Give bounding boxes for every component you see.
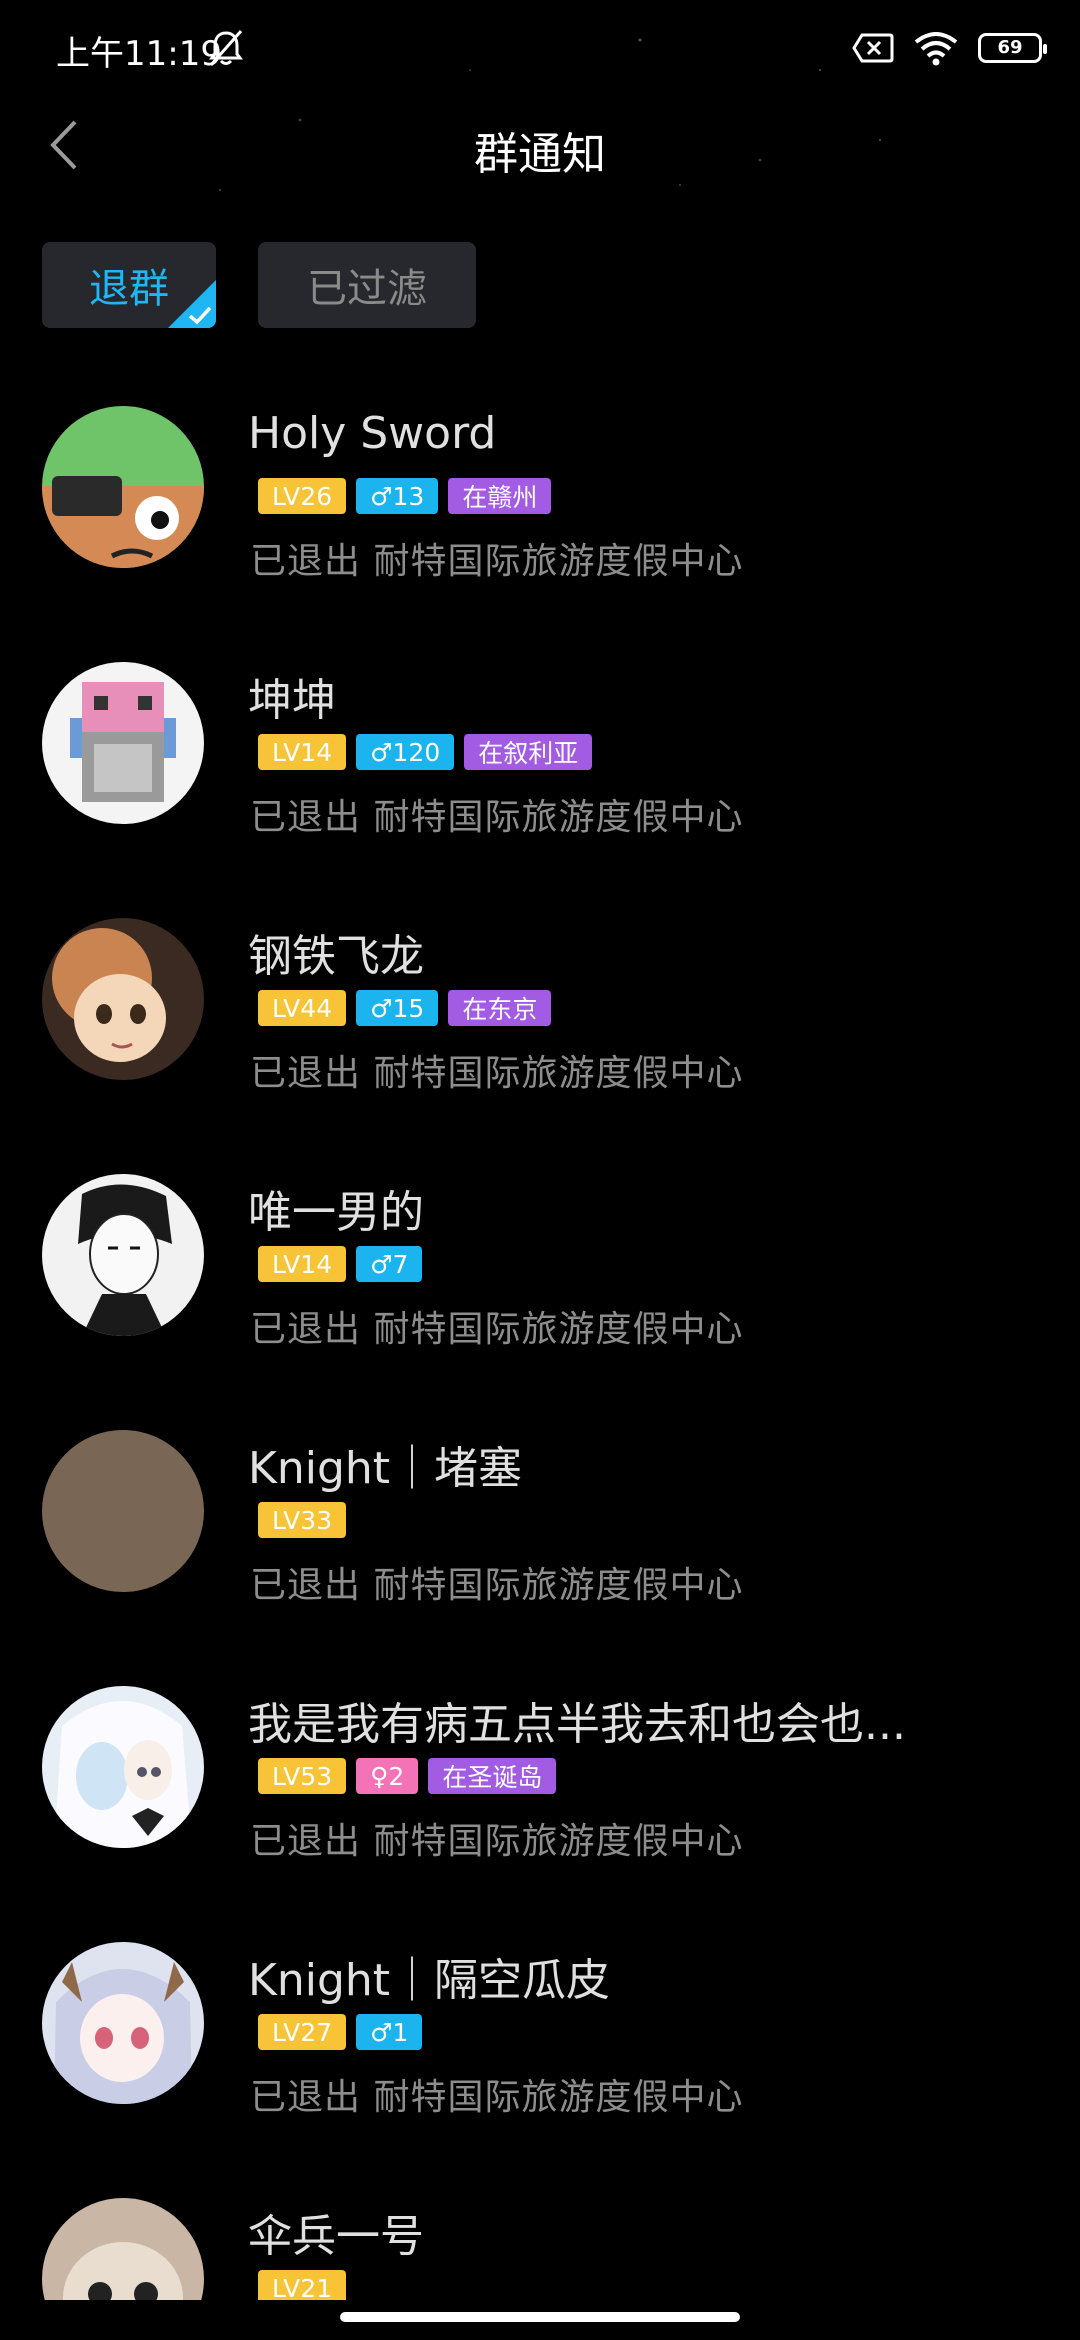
list-item[interactable]: Holy Sword LV26 ♂ 13 在赣州 已退出 耐特国际旅游度假中心: [0, 386, 1080, 642]
member-name: Knight｜堵塞: [248, 1443, 523, 1494]
location-badge: 在赣州: [448, 478, 552, 514]
filter-label: 退群: [89, 266, 169, 312]
member-name: Knight｜隔空瓜皮: [248, 1955, 611, 2006]
member-badges: LV53 ♀ 2 在圣诞岛: [258, 1758, 557, 1794]
member-badges: LV21: [258, 2270, 347, 2300]
location-badge: 在东京: [448, 990, 552, 1026]
location-badge: 在叙利亚: [464, 734, 593, 770]
gender-age-badge: ♀ 2: [356, 1758, 419, 1794]
member-badges: LV14 ♂ 7: [258, 1246, 423, 1282]
level-badge: LV33: [258, 1502, 347, 1538]
level-badge: LV44: [258, 990, 347, 1026]
member-status: 已退出 耐特国际旅游度假中心: [250, 1309, 744, 1350]
member-badges: LV27 ♂ 1: [258, 2014, 423, 2050]
avatar[interactable]: [42, 1430, 204, 1592]
age: 13: [392, 481, 425, 511]
filter-tabs: 退群 已过滤: [42, 242, 476, 328]
avatar[interactable]: [42, 1686, 204, 1848]
member-name: 坤坤: [248, 675, 336, 726]
avatar[interactable]: [42, 662, 204, 824]
gender-age-badge: ♂ 13: [356, 478, 439, 514]
list-item[interactable]: 伞兵一号 LV21: [0, 2178, 1080, 2300]
age: 1: [392, 2017, 409, 2047]
status-time: 上午11:19: [56, 34, 222, 74]
gender-age-badge: ♂ 1: [356, 2014, 423, 2050]
age: 15: [392, 993, 425, 1023]
list-item[interactable]: 唯一男的 LV14 ♂ 7 已退出 耐特国际旅游度假中心: [0, 1154, 1080, 1410]
filter-quit-group[interactable]: 退群: [42, 242, 216, 328]
male-icon: ♂: [370, 2017, 393, 2047]
battery-icon: 69: [978, 33, 1047, 63]
avatar[interactable]: [42, 1942, 204, 2104]
location-badge: 在圣诞岛: [428, 1758, 557, 1794]
avatar[interactable]: [42, 2198, 204, 2300]
member-name: 钢铁飞龙: [248, 931, 424, 982]
level-badge: LV14: [258, 1246, 347, 1282]
gender-age-badge: ♂ 7: [356, 1246, 423, 1282]
member-name: Holy Sword: [248, 408, 497, 459]
list-item[interactable]: 钢铁飞龙 LV44 ♂ 15 在东京 已退出 耐特国际旅游度假中心: [0, 898, 1080, 1154]
member-status: 已退出 耐特国际旅游度假中心: [250, 1821, 744, 1862]
member-badges: LV14 ♂ 120 在叙利亚: [258, 734, 593, 770]
avatar[interactable]: [42, 918, 204, 1080]
gender-age-badge: ♂ 15: [356, 990, 439, 1026]
avatar[interactable]: [42, 406, 204, 568]
sim-off-icon: [852, 33, 894, 63]
wifi-icon: [914, 32, 958, 66]
level-badge: LV21: [258, 2270, 347, 2300]
member-badges: LV26 ♂ 13 在赣州: [258, 478, 552, 514]
male-icon: ♂: [370, 1249, 393, 1279]
filter-label: 已过滤: [307, 266, 427, 312]
battery-level: 69: [997, 37, 1023, 58]
member-name: 我是我有病五点半我去和也会也...: [248, 1699, 906, 1750]
male-icon: ♂: [370, 993, 393, 1023]
member-badges: LV33: [258, 1502, 347, 1538]
member-status: 已退出 耐特国际旅游度假中心: [250, 1053, 744, 1094]
member-name: 唯一男的: [248, 1187, 424, 1238]
age: 2: [388, 1761, 405, 1791]
member-status: 已退出 耐特国际旅游度假中心: [250, 797, 744, 838]
level-badge: LV26: [258, 478, 347, 514]
level-badge: LV53: [258, 1758, 347, 1794]
list-item[interactable]: Knight｜隔空瓜皮 LV27 ♂ 1 已退出 耐特国际旅游度假中心: [0, 1922, 1080, 2178]
member-status: 已退出 耐特国际旅游度假中心: [250, 2077, 744, 2118]
check-corner-icon: [168, 280, 216, 328]
level-badge: LV14: [258, 734, 347, 770]
member-status: 已退出 耐特国际旅游度假中心: [250, 541, 744, 582]
member-status: 已退出 耐特国际旅游度假中心: [250, 1565, 744, 1606]
member-badges: LV44 ♂ 15 在东京: [258, 990, 552, 1026]
home-indicator[interactable]: [340, 2312, 740, 2322]
list-item[interactable]: 我是我有病五点半我去和也会也... LV53 ♀ 2 在圣诞岛 已退出 耐特国际旅…: [0, 1666, 1080, 1922]
female-icon: ♀: [370, 1761, 389, 1791]
male-icon: ♂: [370, 481, 393, 511]
age: 120: [392, 737, 441, 767]
top-bar: 群通知: [0, 100, 1080, 190]
level-badge: LV27: [258, 2014, 347, 2050]
list-item[interactable]: Knight｜堵塞 LV33 已退出 耐特国际旅游度假中心: [0, 1410, 1080, 1666]
age: 7: [392, 1249, 409, 1279]
page-title: 群通知: [474, 129, 606, 180]
member-name: 伞兵一号: [248, 2211, 424, 2262]
gender-age-badge: ♂ 120: [356, 734, 455, 770]
list-item[interactable]: 坤坤 LV14 ♂ 120 在叙利亚 已退出 耐特国际旅游度假中心: [0, 642, 1080, 898]
filter-filtered[interactable]: 已过滤: [258, 242, 476, 328]
bell-muted-icon: [209, 30, 243, 66]
male-icon: ♂: [370, 737, 393, 767]
status-bar: 上午11:19 69: [0, 0, 1080, 96]
avatar[interactable]: [42, 1174, 204, 1336]
